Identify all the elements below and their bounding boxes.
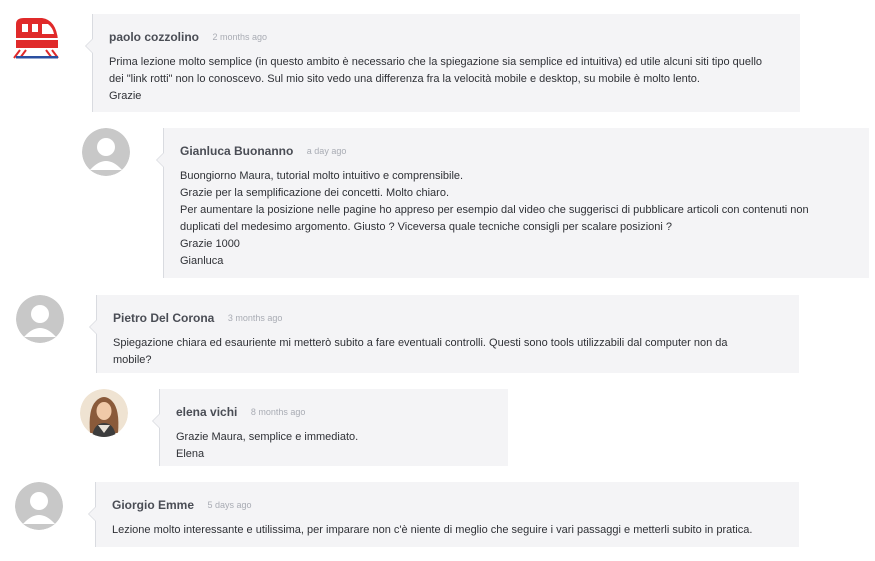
comment-timestamp[interactable]: 5 days ago: [207, 500, 251, 510]
comment-author[interactable]: Giorgio Emme: [112, 498, 194, 512]
comment-body: Spiegazione chiara ed esauriente mi mett…: [113, 337, 728, 366]
comment-body: Prima lezione molto semplice (in questo …: [109, 56, 763, 102]
comment-timestamp[interactable]: a day ago: [307, 146, 347, 156]
comment-author[interactable]: paolo cozzolino: [109, 30, 199, 44]
avatar-train-logo[interactable]: [12, 14, 60, 62]
comment-3: Pietro Del Corona 3 months ago Spiegazio…: [89, 295, 799, 373]
comment-author[interactable]: Gianluca Buonanno: [180, 144, 293, 158]
train-logo-icon: [13, 18, 59, 59]
avatar-default-user[interactable]: [82, 128, 130, 176]
comment-timestamp[interactable]: 3 months ago: [228, 313, 283, 323]
comment-5: Giorgio Emme 5 days ago Lezione molto in…: [88, 482, 799, 547]
comment-body: Grazie Maura, semplice e immediato. Elen…: [176, 431, 359, 460]
comment-1: paolo cozzolino 2 months ago Prima lezio…: [85, 14, 800, 112]
user-silhouette-icon: [82, 128, 130, 176]
avatar-default-user[interactable]: [16, 295, 64, 343]
comment-body: Buongiorno Maura, tutorial molto intuiti…: [180, 170, 809, 267]
comment-timestamp[interactable]: 2 months ago: [212, 32, 267, 42]
comment-body: Lezione molto interessante e utilissima,…: [112, 524, 753, 536]
user-photo-icon: [80, 389, 128, 437]
comment-author[interactable]: elena vichi: [176, 405, 237, 419]
comment-author[interactable]: Pietro Del Corona: [113, 311, 214, 325]
comment-4: elena vichi 8 months ago Grazie Maura, s…: [152, 389, 508, 466]
avatar-default-user[interactable]: [15, 482, 63, 530]
avatar-photo[interactable]: [80, 389, 128, 437]
comment-timestamp[interactable]: 8 months ago: [251, 407, 306, 417]
user-silhouette-icon: [16, 295, 64, 343]
comment-2: Gianluca Buonanno a day ago Buongiorno M…: [156, 128, 869, 278]
user-silhouette-icon: [15, 482, 63, 530]
